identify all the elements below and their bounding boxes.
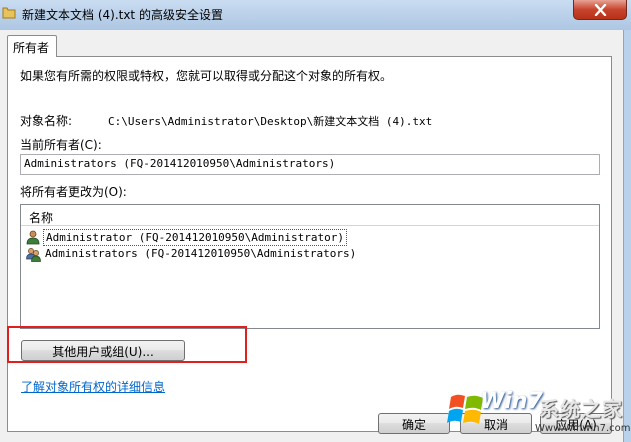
list-item-label: Administrators (FQ-201412010950\Administ… — [45, 247, 357, 260]
object-name-label: 对象名称: — [20, 114, 73, 128]
close-button[interactable] — [573, 0, 627, 20]
folder-icon — [2, 7, 16, 19]
ok-button[interactable]: 确定 — [378, 413, 450, 434]
object-name-value: C:\Users\Administrator\Desktop\新建文本文档 (4… — [108, 115, 433, 128]
current-owner-field: Administrators (FQ-201412010950\Administ… — [20, 154, 600, 175]
change-owner-label: 将所有者更改为(O): — [20, 185, 127, 199]
list-header[interactable]: 名称 — [21, 205, 599, 226]
watermark: Win7 系统之家 Www.Winwin7.com — [447, 383, 631, 442]
column-name-header: 名称 — [29, 211, 54, 225]
tab-owner[interactable]: 所有者 — [7, 35, 57, 57]
user-icon — [26, 230, 40, 245]
dialog-body: 所有者 如果您有所需的权限或特权，您就可以取得或分配这个对象的所有权。 对象名称… — [0, 30, 624, 442]
watermark-logo-text: Win7 — [480, 389, 543, 414]
other-users-button[interactable]: 其他用户或组(U)... — [21, 340, 185, 361]
window-title: 新建文本文档 (4).txt 的高级安全设置 — [22, 8, 223, 22]
ok-button-label: 确定 — [401, 418, 426, 432]
other-users-button-label: 其他用户或组(U)... — [52, 345, 154, 359]
owner-list[interactable]: 名称 Administrator (FQ-201412010950\Admini… — [20, 204, 600, 329]
current-owner-value: Administrators (FQ-201412010950\Administ… — [24, 157, 336, 170]
learn-more-link[interactable]: 了解对象所有权的详细信息 — [21, 378, 165, 395]
list-item-label: Administrator (FQ-201412010950\Administr… — [43, 229, 348, 246]
watermark-site-text: 系统之家 — [539, 397, 623, 421]
owner-description: 如果您有所需的权限或特权，您就可以取得或分配这个对象的所有权。 — [20, 69, 393, 83]
tab-owner-label: 所有者 — [13, 41, 50, 55]
watermark-url: Www.Winwin7.com — [535, 423, 631, 434]
close-icon — [594, 4, 607, 16]
group-icon — [26, 248, 41, 262]
title-bar[interactable]: 新建文本文档 (4).txt 的高级安全设置 — [0, 0, 631, 30]
current-owner-label: 当前所有者(C): — [20, 138, 102, 152]
